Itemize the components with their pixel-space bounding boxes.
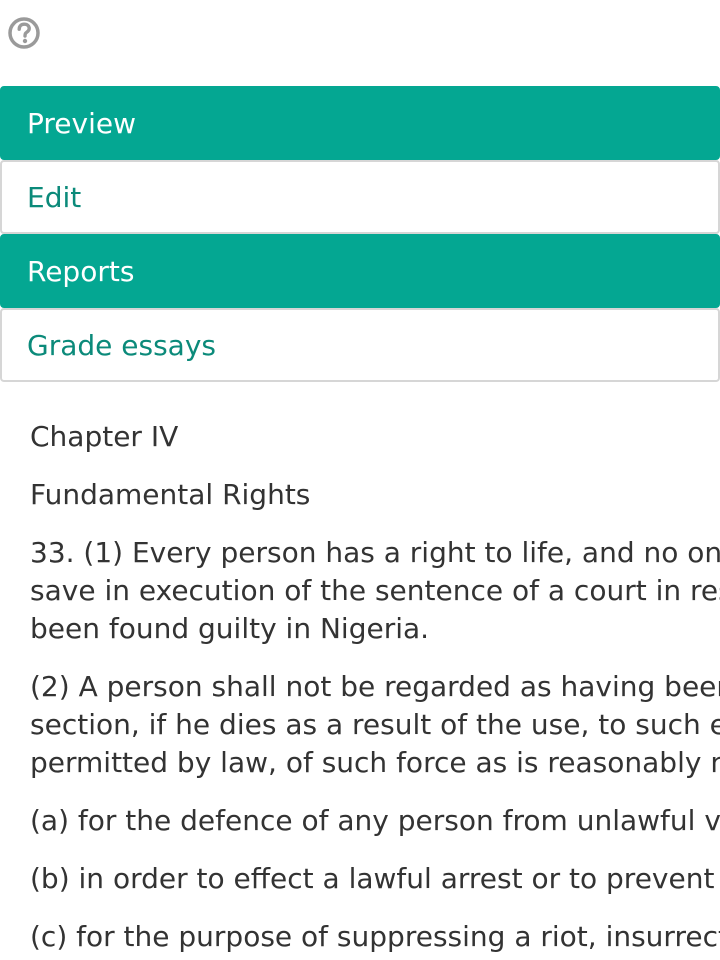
nav-edit-label: Edit (27, 180, 82, 214)
chapter-heading: Fundamental Rights (30, 478, 311, 511)
text-line: been found guilty in Nigeria. (30, 612, 430, 645)
section-33-1: 33. (1) Every person has a right to life… (30, 534, 720, 648)
clause-c: (c) for the purpose of suppressing a rio… (30, 920, 720, 953)
text-line: section, if he dies as a result of the u… (30, 708, 720, 741)
nav-preview[interactable]: Preview (0, 86, 720, 160)
text-line: save in execution of the sentence of a c… (30, 574, 720, 607)
nav-edit[interactable]: Edit (0, 160, 720, 234)
clause-a: (a) for the defence of any person from u… (30, 804, 720, 837)
question-circle-icon[interactable] (7, 16, 41, 50)
nav-reports[interactable]: Reports (0, 234, 720, 308)
clause-b: (b) in order to effect a lawful arrest o… (30, 862, 720, 895)
text-line: 33. (1) Every person has a right to life… (30, 536, 720, 569)
nav-grade-essays-label: Grade essays (27, 328, 216, 362)
chapter-title: Chapter IV (30, 420, 179, 453)
nav-preview-label: Preview (27, 106, 136, 140)
text-line: permitted by law, of such force as is re… (30, 746, 720, 779)
section-33-2: (2) A person shall not be regarded as ha… (30, 668, 720, 782)
nav-menu: Preview Edit Reports Grade essays (0, 86, 720, 382)
nav-grade-essays[interactable]: Grade essays (0, 308, 720, 382)
text-line: (2) A person shall not be regarded as ha… (30, 670, 720, 703)
document-content: Chapter IV Fundamental Rights 33. (1) Ev… (30, 418, 720, 960)
nav-reports-label: Reports (27, 254, 135, 288)
page: Preview Edit Reports Grade essays Chapte… (0, 0, 720, 960)
